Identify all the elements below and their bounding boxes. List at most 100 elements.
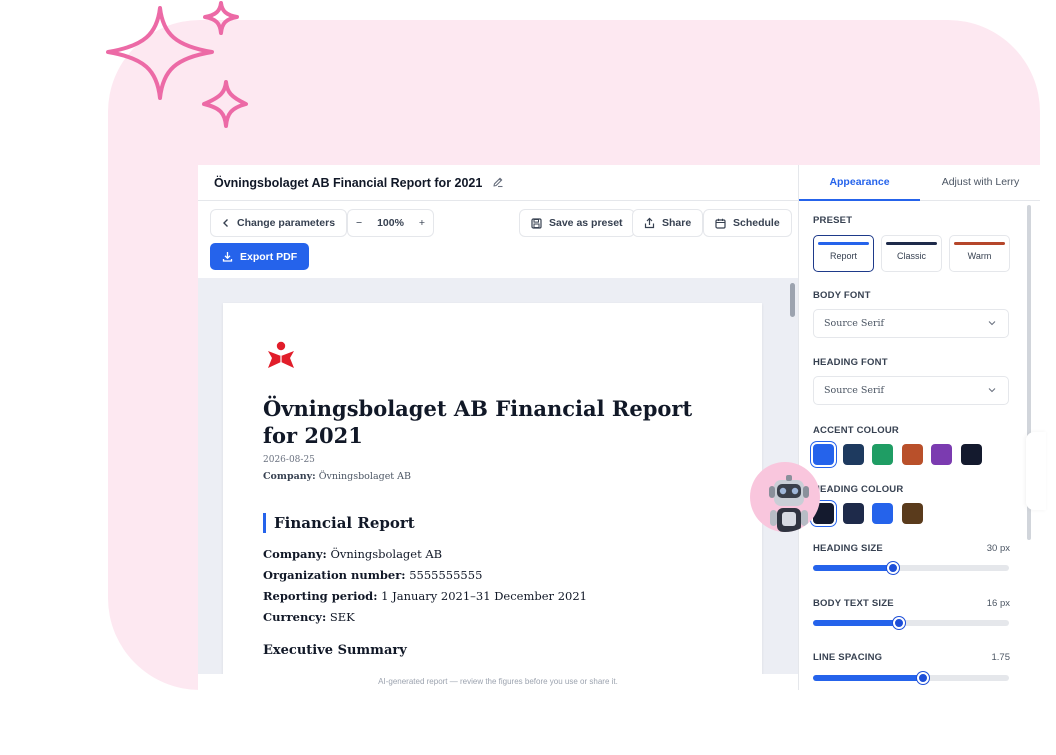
export-pdf-button[interactable]: Export PDF [210, 243, 310, 270]
preset-label-text: Warm [967, 251, 992, 261]
fact-label: Company: [263, 547, 327, 561]
change-parameters-button[interactable]: Change parameters [210, 209, 348, 237]
slider-fill [813, 620, 900, 626]
ai-disclaimer: AI-generated report — review the figures… [378, 677, 618, 686]
preset-color-bar [886, 242, 937, 245]
zoom-in-button[interactable]: + [419, 217, 425, 229]
export-pdf-label: Export PDF [240, 250, 298, 263]
preset-label-text: Report [829, 251, 857, 261]
report-page: Övningsbolaget AB Financial Report for 2… [223, 303, 762, 674]
panel-tabs: Appearance Adjust with Lerry [799, 165, 1040, 201]
zoom-value: 100% [377, 217, 404, 229]
fact-label: Reporting period: [263, 589, 378, 603]
slider-fill [813, 565, 894, 571]
heading-colour-swatch[interactable] [872, 503, 893, 524]
slider-knob[interactable] [893, 617, 906, 629]
body-font-value: Source Serif [824, 318, 885, 329]
fact-value: Övningsbolaget AB [330, 547, 443, 561]
share-icon [644, 217, 655, 229]
slider-knob[interactable] [916, 672, 929, 684]
body-font-select[interactable]: Source Serif [813, 309, 1009, 338]
appearance-panel: Appearance Adjust with Lerry PRESET Repo… [798, 165, 1040, 690]
stage: Övningsbolaget AB Financial Report for 2… [0, 0, 1056, 755]
slider-fill [813, 675, 923, 681]
report-title: Övningsbolaget AB Financial Report for 2… [263, 396, 693, 448]
report-date: 2026-08-25 [263, 455, 315, 465]
zoom-control: − 100% + [347, 209, 434, 237]
heading-size-label: HEADING SIZE [813, 543, 883, 554]
preset-report[interactable]: Report [813, 235, 874, 272]
toolbar: Change parameters − 100% + Save as prese… [210, 209, 792, 239]
schedule-button[interactable]: Schedule [703, 209, 792, 237]
heading-font-select[interactable]: Source Serif [813, 376, 1009, 405]
change-parameters-label: Change parameters [237, 217, 336, 229]
preset-color-bar [954, 242, 1005, 245]
save-icon [531, 217, 542, 229]
line-spacing-value: 1.75 [991, 652, 1011, 663]
calendar-icon [715, 218, 726, 229]
report-company-line: Company: Övningsbolaget AB [263, 471, 411, 482]
fact-value: SEK [329, 610, 355, 624]
document-canvas[interactable]: Övningsbolaget AB Financial Report for 2… [198, 278, 798, 674]
heading-font-value: Source Serif [824, 385, 885, 396]
save-as-preset-button[interactable]: Save as preset [519, 209, 635, 237]
zoom-out-button[interactable]: − [356, 217, 362, 229]
accent-colour-swatch[interactable] [842, 444, 864, 465]
chevron-left-icon [223, 219, 228, 227]
canvas-scrollbar[interactable] [790, 283, 795, 317]
preset-label: PRESET [813, 215, 853, 226]
fact-row: Organization number: 5555555555 [263, 568, 587, 589]
fact-row: Company: Övningsbolaget AB [263, 547, 587, 568]
preset-color-bar [818, 242, 869, 245]
preset-classic[interactable]: Classic [881, 235, 942, 272]
preset-label-text: Classic [896, 251, 926, 261]
share-label: Share [662, 217, 692, 229]
fact-value: 5555555555 [409, 568, 483, 582]
editor-main: Övningsbolaget AB Financial Report for 2… [198, 165, 798, 690]
heading-font-label: HEADING FONT [813, 357, 888, 368]
tab-appearance[interactable]: Appearance [799, 165, 920, 201]
line-spacing-label: LINE SPACING [813, 652, 883, 663]
fact-row: Currency: SEK [263, 610, 587, 631]
body-font-label: BODY FONT [813, 290, 871, 301]
accent-colour-swatch[interactable] [931, 444, 952, 465]
preset-warm[interactable]: Warm [949, 235, 1010, 272]
tab-adjust-with-lerry[interactable]: Adjust with Lerry [920, 165, 1040, 201]
company-label: Company: [263, 471, 316, 482]
heading-colour-swatch[interactable] [842, 503, 864, 524]
sparkle-icon [106, 1, 248, 128]
title-bar: Övningsbolaget AB Financial Report for 2… [198, 165, 798, 201]
body-text-size-label: BODY TEXT SIZE [813, 598, 894, 609]
heading-colour-swatch[interactable] [901, 503, 923, 524]
section-heading: Financial Report [263, 513, 415, 533]
fact-value: 1 January 2021–31 December 2021 [381, 589, 587, 603]
side-drawer-handle[interactable] [1026, 432, 1046, 510]
accent-colour-swatch[interactable] [960, 444, 982, 465]
heading-colour-label: HEADING COLOUR [813, 484, 904, 495]
executive-summary-heading: Executive Summary [263, 643, 407, 658]
save-as-preset-label: Save as preset [549, 217, 623, 229]
report-facts: Company: Övningsbolaget AB Organization … [263, 547, 587, 631]
slider-knob[interactable] [887, 562, 900, 574]
chevron-down-icon [988, 321, 996, 326]
heading-size-value: 30 px [986, 543, 1010, 554]
report-editor-window: Övningsbolaget AB Financial Report for 2… [198, 165, 1040, 690]
robot-assistant-avatar[interactable] [750, 462, 820, 532]
accent-colour-swatch[interactable] [813, 444, 834, 465]
schedule-label: Schedule [733, 217, 780, 229]
fact-label: Currency: [263, 610, 327, 624]
download-icon [222, 252, 233, 262]
body-text-size-slider[interactable] [813, 617, 1009, 629]
line-spacing-slider[interactable] [813, 672, 1009, 684]
company-value: Övningsbolaget AB [318, 471, 411, 482]
body-text-size-value: 16 px [986, 598, 1010, 609]
heading-size-slider[interactable] [813, 562, 1009, 574]
robot-icon [769, 475, 809, 532]
document-title[interactable]: Övningsbolaget AB Financial Report for 2… [214, 176, 482, 190]
accent-colour-label: ACCENT COLOUR [813, 425, 899, 436]
share-button[interactable]: Share [632, 209, 704, 237]
accent-colour-swatch[interactable] [901, 444, 923, 465]
pencil-icon[interactable] [492, 176, 506, 190]
accent-colour-swatch[interactable] [872, 444, 893, 465]
fact-label: Organization number: [263, 568, 406, 582]
